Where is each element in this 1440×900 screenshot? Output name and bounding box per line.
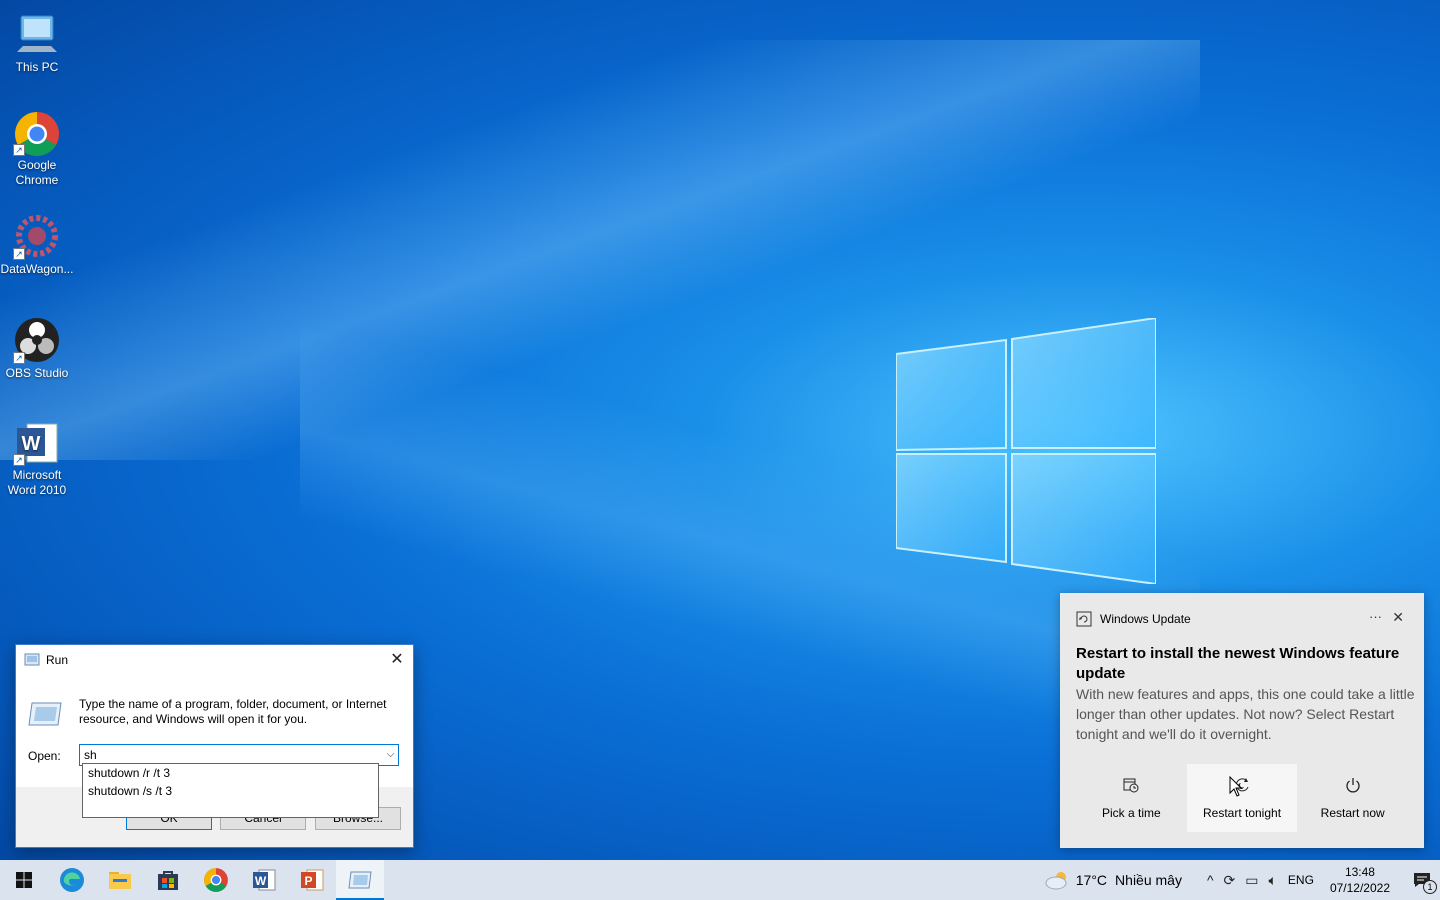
open-label: Open: <box>28 749 61 763</box>
autocomplete-item[interactable]: shutdown /r /t 3 <box>83 764 378 782</box>
desktop-icon-google-chrome[interactable]: ↗ Google Chrome <box>0 108 74 188</box>
more-options-icon[interactable]: ··· <box>1369 609 1382 624</box>
clock-date: 07/12/2022 <box>1329 881 1390 895</box>
notification-center-button[interactable]: 1 <box>1404 860 1440 900</box>
run-title: Run <box>46 653 69 667</box>
desktop-icon-label: Microsoft Word 2010 <box>7 468 67 497</box>
run-large-icon <box>28 702 62 726</box>
volume-icon[interactable]: 🔈︎ <box>1269 872 1277 889</box>
cloud-sun-icon <box>1045 872 1067 890</box>
desktop-icon-label: DataWagon... <box>0 262 74 276</box>
weather-text: Nhiều mây <box>1115 872 1182 888</box>
windows-update-icon <box>1076 611 1092 627</box>
word-icon: W <box>253 869 276 891</box>
toast-app-name: Windows Update <box>1100 612 1191 626</box>
store-icon <box>158 871 178 890</box>
weather-temp: 17°C <box>1075 872 1108 888</box>
desktop-icon-this-pc[interactable]: This PC <box>0 10 74 75</box>
datawagon-icon: ↗ <box>13 212 61 260</box>
taskbar-store[interactable] <box>144 860 192 900</box>
word-icon: W ↗ <box>13 418 61 466</box>
powerpoint-icon: P <box>301 869 324 891</box>
file-explorer-icon <box>109 872 131 889</box>
desktop-icon-datawagon[interactable]: ↗ DataWagon... <box>0 212 74 277</box>
desktop-icon-obs-studio[interactable]: ↗ OBS Studio <box>0 316 74 381</box>
clock-time: 13:48 <box>1344 865 1375 879</box>
taskbar-edge[interactable] <box>48 860 96 900</box>
taskbar-chrome[interactable] <box>192 860 240 900</box>
shortcut-arrow-icon: ↗ <box>13 352 25 364</box>
svg-text:W: W <box>22 433 41 455</box>
taskbar: W P 17°C Nhiều mây ^ ⟳ ▭ 🔈︎ ENG 13:48 07… <box>0 860 1440 900</box>
desktop-icon-label: OBS Studio <box>5 366 69 380</box>
run-icon <box>348 871 372 889</box>
toast-actions: Pick a time Restart tonight Restart now <box>1076 764 1408 832</box>
pick-a-time-button[interactable]: Pick a time <box>1076 764 1187 832</box>
power-icon <box>1346 778 1360 793</box>
update-icon[interactable]: ⟳ <box>1224 872 1236 889</box>
desktop-icon-microsoft-word[interactable]: W ↗ Microsoft Word 2010 <box>0 418 74 498</box>
action-label: Restart tonight <box>1202 806 1282 820</box>
calendar-clock-icon <box>1123 778 1139 793</box>
toast-body: With new features and apps, this one cou… <box>1076 686 1415 742</box>
desktop-icon-label: Google Chrome <box>15 158 59 187</box>
taskbar-file-explorer[interactable] <box>96 860 144 900</box>
close-icon[interactable]: ✕ <box>387 650 407 670</box>
run-titlebar[interactable]: Run <box>16 645 413 675</box>
chevron-down-icon[interactable]: ⌵ <box>383 745 398 765</box>
svg-text:W: W <box>255 874 267 888</box>
shortcut-arrow-icon: ↗ <box>13 248 25 260</box>
language-indicator[interactable]: ENG <box>1288 873 1314 887</box>
close-icon[interactable]: ✕ <box>1392 609 1404 626</box>
mouse-cursor-icon <box>1229 776 1243 797</box>
shortcut-arrow-icon: ↗ <box>13 454 25 466</box>
clock[interactable]: 13:48 07/12/2022 <box>1330 864 1390 896</box>
run-icon <box>24 653 40 666</box>
action-label: Pick a time <box>1101 806 1161 820</box>
system-tray: 17°C Nhiều mây ^ ⟳ ▭ 🔈︎ ENG 13:48 07/12/… <box>1044 860 1440 900</box>
start-button[interactable] <box>0 860 48 900</box>
restart-tonight-button[interactable]: Restart tonight <box>1186 764 1298 832</box>
chrome-icon <box>204 868 228 892</box>
windows-update-toast: Windows Update ··· ✕ Restart to install … <box>1060 593 1424 848</box>
toast-title: Restart to install the newest Windows fe… <box>1076 645 1400 682</box>
autocomplete-list: shutdown /r /t 3 shutdown /s /t 3 <box>82 763 379 818</box>
shortcut-arrow-icon: ↗ <box>13 144 25 156</box>
toast-header: Windows Update <box>1076 611 1191 627</box>
weather-widget[interactable]: 17°C Nhiều mây <box>1044 870 1182 890</box>
chevron-up-icon[interactable]: ^ <box>1207 872 1214 888</box>
action-label: Restart now <box>1320 806 1385 820</box>
svg-text:P: P <box>304 874 312 888</box>
start-icon <box>16 872 32 888</box>
obs-icon: ↗ <box>13 316 61 364</box>
taskbar-run[interactable] <box>336 860 384 900</box>
computer-icon <box>13 10 61 58</box>
windows-logo-wallpaper <box>896 318 1156 584</box>
chrome-icon: ↗ <box>13 108 61 156</box>
edge-icon <box>60 868 84 892</box>
network-icon[interactable]: ▭ <box>1245 872 1258 889</box>
desktop-icon-label: This PC <box>15 60 59 74</box>
restart-now-button[interactable]: Restart now <box>1297 764 1408 832</box>
run-description: Type the name of a program, folder, docu… <box>79 697 387 726</box>
autocomplete-item[interactable]: shutdown /s /t 3 <box>83 782 378 800</box>
taskbar-powerpoint[interactable]: P <box>288 860 336 900</box>
notification-badge: 1 <box>1423 880 1437 894</box>
taskbar-word[interactable]: W <box>240 860 288 900</box>
